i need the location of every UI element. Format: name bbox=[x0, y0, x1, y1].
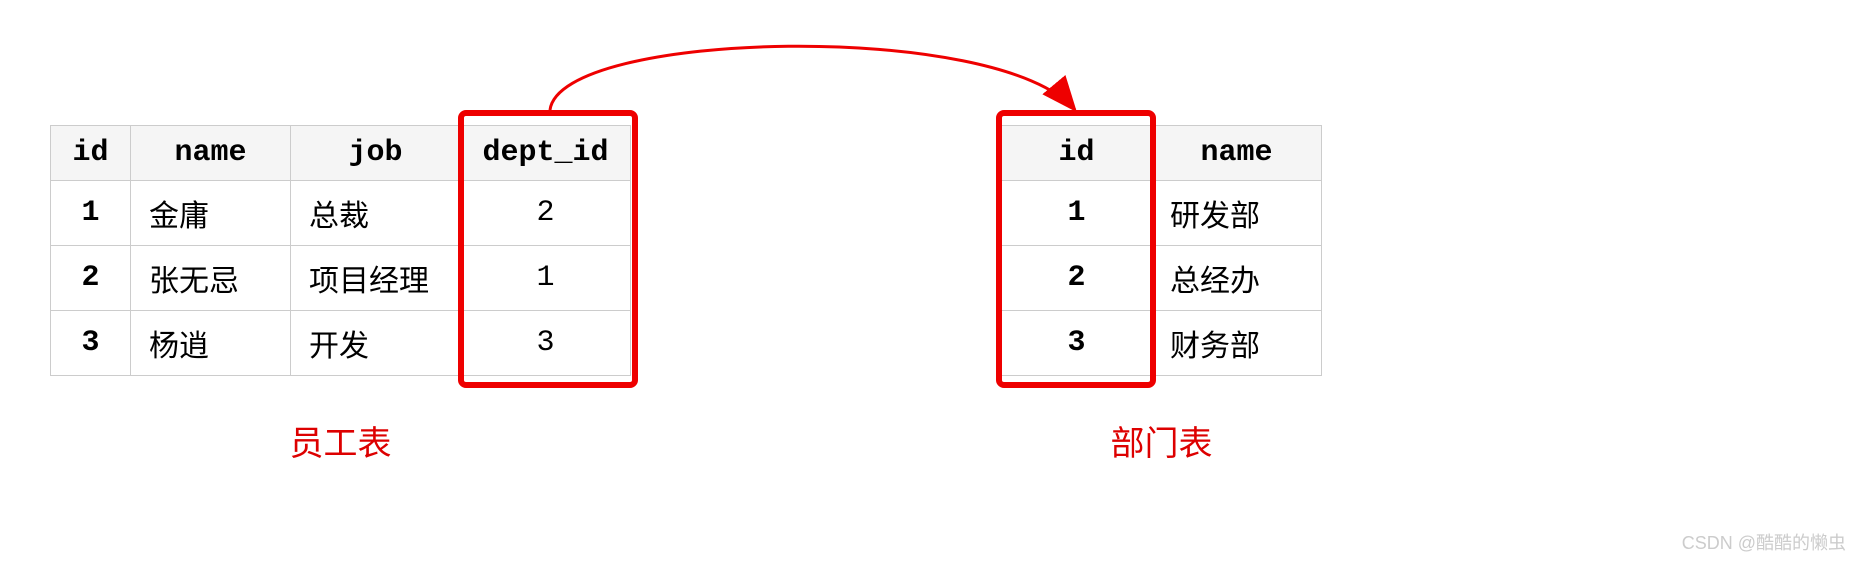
cell-job: 开发 bbox=[291, 311, 461, 376]
cell-id: 1 bbox=[51, 181, 131, 246]
department-table: id name 1 研发部 2 总经办 3 财务部 部门表 bbox=[1001, 125, 1322, 465]
cell-job: 总裁 bbox=[291, 181, 461, 246]
cell-name: 研发部 bbox=[1152, 181, 1322, 246]
table-row: 3 杨逍 开发 3 bbox=[51, 311, 631, 376]
col-header-id: id bbox=[51, 126, 131, 181]
table-row: 3 财务部 bbox=[1002, 311, 1322, 376]
cell-id: 3 bbox=[51, 311, 131, 376]
cell-deptid: 1 bbox=[461, 246, 631, 311]
cell-deptid: 2 bbox=[461, 181, 631, 246]
cell-id: 3 bbox=[1002, 311, 1152, 376]
cell-job: 项目经理 bbox=[291, 246, 461, 311]
col-header-job: job bbox=[291, 126, 461, 181]
cell-name: 总经办 bbox=[1152, 246, 1322, 311]
col-header-name: name bbox=[1152, 126, 1322, 181]
table-row: 2 总经办 bbox=[1002, 246, 1322, 311]
table-row: 2 张无忌 项目经理 1 bbox=[51, 246, 631, 311]
cell-id: 1 bbox=[1002, 181, 1152, 246]
cell-name: 张无忌 bbox=[131, 246, 291, 311]
employee-table: id name job dept_id 1 金庸 总裁 2 2 张无忌 项目经理 bbox=[50, 125, 631, 465]
employee-data-table: id name job dept_id 1 金庸 总裁 2 2 张无忌 项目经理 bbox=[50, 125, 631, 376]
cell-id: 2 bbox=[1002, 246, 1152, 311]
table-row: id name bbox=[1002, 126, 1322, 181]
col-header-deptid: dept_id bbox=[461, 126, 631, 181]
col-header-id: id bbox=[1002, 126, 1152, 181]
watermark-text: CSDN @酷酷的懒虫 bbox=[1682, 529, 1846, 555]
cell-name: 金庸 bbox=[131, 181, 291, 246]
table-row: 1 金庸 总裁 2 bbox=[51, 181, 631, 246]
department-table-caption: 部门表 bbox=[1111, 416, 1213, 465]
cell-deptid: 3 bbox=[461, 311, 631, 376]
table-row: id name job dept_id bbox=[51, 126, 631, 181]
cell-id: 2 bbox=[51, 246, 131, 311]
cell-name: 财务部 bbox=[1152, 311, 1322, 376]
employee-table-caption: 员工表 bbox=[290, 416, 392, 465]
department-data-table: id name 1 研发部 2 总经办 3 财务部 bbox=[1001, 125, 1322, 376]
table-row: 1 研发部 bbox=[1002, 181, 1322, 246]
cell-name: 杨逍 bbox=[131, 311, 291, 376]
col-header-name: name bbox=[131, 126, 291, 181]
